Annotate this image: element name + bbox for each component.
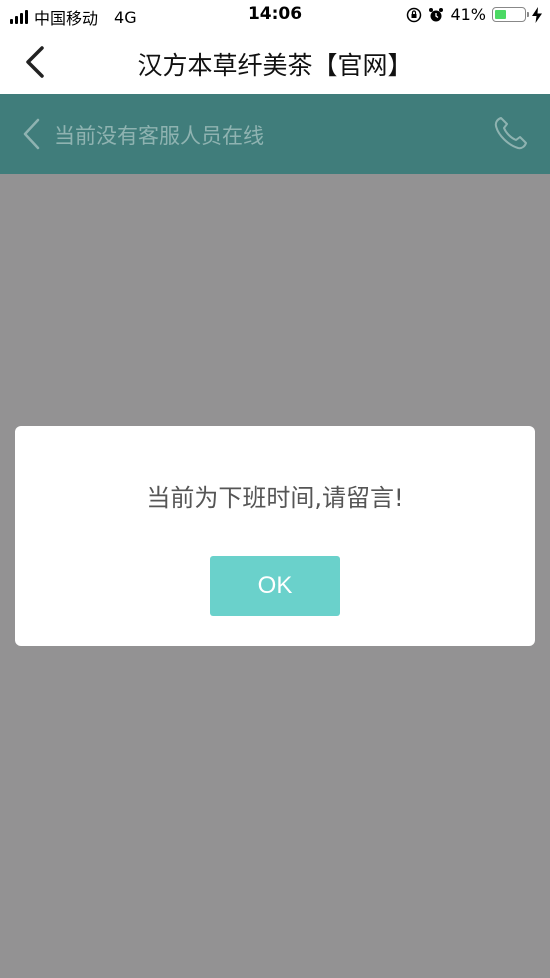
alert-dialog: 当前为下班时间,请留言! OK bbox=[15, 426, 535, 646]
service-header: 当前没有客服人员在线 bbox=[0, 94, 550, 174]
nav-bar: 汉方本草纤美茶【官网】 bbox=[0, 32, 550, 94]
battery-percent: 41% bbox=[450, 5, 486, 24]
screen: 中国移动 4G 14:06 41% 汉方本草纤美茶【官网】 当前没有客服人员在线… bbox=[0, 0, 550, 978]
charging-icon bbox=[532, 6, 542, 23]
dialog-message: 当前为下班时间,请留言! bbox=[146, 484, 404, 512]
orientation-lock-icon bbox=[407, 7, 422, 22]
page-title: 汉方本草纤美茶【官网】 bbox=[137, 51, 413, 80]
chevron-left-icon[interactable] bbox=[20, 116, 46, 152]
status-bar: 中国移动 4G 14:06 41% bbox=[0, 0, 550, 32]
ok-button[interactable]: OK bbox=[210, 556, 340, 616]
alarm-icon bbox=[429, 7, 444, 21]
status-right: 41% bbox=[406, 5, 542, 24]
service-status-text: 当前没有客服人员在线 bbox=[54, 124, 264, 148]
phone-icon[interactable] bbox=[492, 114, 530, 152]
battery-icon bbox=[492, 7, 529, 22]
battery-fill bbox=[495, 10, 506, 19]
